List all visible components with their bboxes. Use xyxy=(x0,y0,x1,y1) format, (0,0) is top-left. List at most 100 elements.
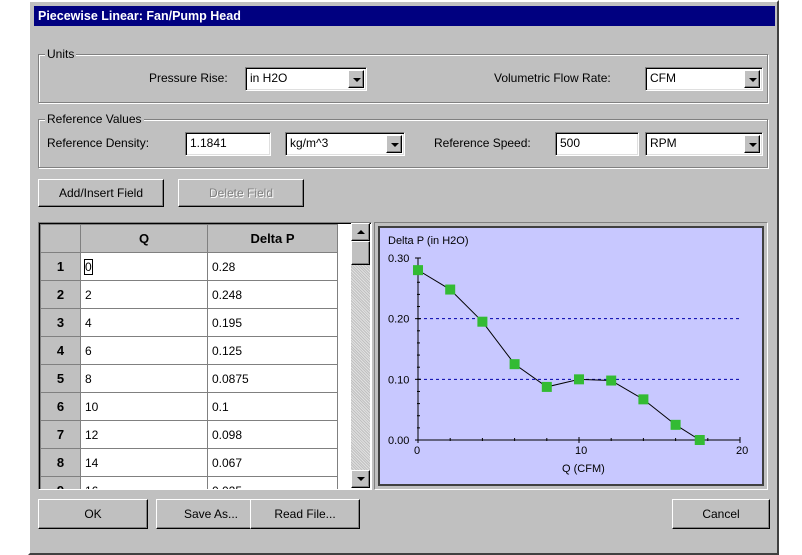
data-point xyxy=(477,316,488,327)
cell-q[interactable]: 6 xyxy=(80,336,208,365)
scroll-down-icon[interactable] xyxy=(351,470,370,488)
corner-cell xyxy=(40,224,81,253)
row-number[interactable]: 4 xyxy=(40,336,81,365)
row-number[interactable]: 5 xyxy=(40,364,81,393)
table-row: 3 4 0.195 xyxy=(40,308,338,337)
data-point xyxy=(694,435,705,445)
cell-q-value: 12 xyxy=(85,427,99,442)
table-row: 6 10 0.1 xyxy=(40,392,338,421)
reference-speed-label: Reference Speed: xyxy=(434,136,531,150)
read-file-button[interactable]: Read File... xyxy=(250,499,360,529)
row-number[interactable]: 3 xyxy=(40,308,81,337)
row-number[interactable]: 9 xyxy=(40,476,81,489)
cell-delta-p[interactable]: 0.025 xyxy=(207,476,338,489)
cell-q[interactable]: 12 xyxy=(80,420,208,449)
row-number[interactable]: 1 xyxy=(40,252,81,281)
table-header-row: Q Delta P xyxy=(40,224,338,253)
pressure-rise-select[interactable]: in H2O xyxy=(245,67,367,91)
piecewise-linear-dialog: Piecewise Linear: Fan/Pump Head Units Pr… xyxy=(28,0,779,555)
chevron-down-icon[interactable] xyxy=(744,70,760,88)
reference-density-label: Reference Density: xyxy=(47,136,150,150)
scroll-up-icon[interactable] xyxy=(351,223,370,241)
y-axis-label: Delta P (in H2O) xyxy=(388,235,469,247)
cell-delta-p[interactable]: 0.0875 xyxy=(207,364,338,393)
chart-area: 0.00 0.10 0.20 0.30 0 10 20 Delta P (in H2O) Q (… xyxy=(378,226,764,486)
speed-unit-select[interactable]: RPM xyxy=(645,132,763,156)
data-point xyxy=(445,284,456,295)
cell-q[interactable]: 8 xyxy=(80,364,208,393)
y-tick-label: 0.20 xyxy=(388,314,409,326)
cancel-button[interactable]: Cancel xyxy=(672,499,770,529)
cell-q[interactable]: 16 xyxy=(80,476,208,490)
density-unit-select[interactable]: kg/m^3 xyxy=(285,132,405,156)
cell-delta-p[interactable]: 0.195 xyxy=(207,308,338,337)
ok-button[interactable]: OK xyxy=(38,499,148,529)
cell-delta-p[interactable]: 0.28 xyxy=(207,252,338,281)
reference-values-group-label: Reference Values xyxy=(45,112,144,126)
reference-density-input[interactable]: 1.1841 xyxy=(185,132,271,156)
flow-rate-select[interactable]: CFM xyxy=(645,67,763,91)
row-number[interactable]: 2 xyxy=(40,280,81,309)
speed-unit-value: RPM xyxy=(650,136,677,150)
cell-delta-p[interactable]: 0.067 xyxy=(207,448,338,477)
x-tick-label: 10 xyxy=(575,445,587,457)
table-row: 1 0 0.28 xyxy=(40,252,338,281)
cell-delta-p[interactable]: 0.098 xyxy=(207,420,338,449)
reference-speed-input[interactable]: 500 xyxy=(555,132,639,156)
cell-q[interactable]: 2 xyxy=(80,280,208,309)
cell-q-value: 4 xyxy=(85,315,92,330)
cell-q[interactable]: 10 xyxy=(80,392,208,421)
chevron-down-icon[interactable] xyxy=(744,135,760,153)
y-tick-label: 0.30 xyxy=(388,253,409,265)
table-row: 9 16 0.025 xyxy=(40,476,338,490)
cell-q-value: 2 xyxy=(85,287,92,302)
add-insert-field-button[interactable]: Add/Insert Field xyxy=(38,179,164,207)
cell-q-value: 8 xyxy=(85,371,92,386)
column-header-delta-p[interactable]: Delta P xyxy=(207,224,338,253)
data-point xyxy=(670,419,681,430)
scroll-thumb[interactable] xyxy=(351,241,370,265)
data-point xyxy=(638,394,649,405)
pressure-rise-value: in H2O xyxy=(250,71,288,85)
cell-q-value: 10 xyxy=(85,399,99,414)
data-point xyxy=(606,375,617,386)
fan-curve-chart: 0.00 0.10 0.20 0.30 0 10 20 Delta P (in H2O) Q (… xyxy=(388,235,748,475)
cell-q[interactable]: 14 xyxy=(80,448,208,477)
x-tick-label: 20 xyxy=(736,445,748,457)
chevron-down-icon[interactable] xyxy=(348,70,364,88)
x-tick-label: 0 xyxy=(414,445,420,457)
data-point xyxy=(509,359,520,370)
table-body: 1 0 0.28 2 2 0.248 3 4 0.195 4 6 0.125 5 8 0.0875 6 10 0.… xyxy=(40,252,338,490)
y-tick-label: 0.00 xyxy=(388,435,409,447)
row-number[interactable]: 7 xyxy=(40,420,81,449)
units-group-label: Units xyxy=(45,47,77,61)
data-table: Q Delta P 1 0 0.28 2 2 0.248 3 4 0.195 4 6 0.125 5 8 0… xyxy=(40,224,338,490)
data-point xyxy=(541,381,552,392)
cell-delta-p[interactable]: 0.248 xyxy=(207,280,338,309)
row-number[interactable]: 8 xyxy=(40,448,81,477)
chevron-down-icon[interactable] xyxy=(386,135,402,153)
table-row: 4 6 0.125 xyxy=(40,336,338,365)
pressure-rise-label: Pressure Rise: xyxy=(149,71,228,85)
table-row: 7 12 0.098 xyxy=(40,420,338,449)
cell-q-value: 16 xyxy=(85,484,98,490)
density-unit-value: kg/m^3 xyxy=(290,136,329,150)
table-row: 8 14 0.067 xyxy=(40,448,338,477)
table-row: 5 8 0.0875 xyxy=(40,364,338,393)
cell-q-value: 6 xyxy=(85,343,92,358)
vertical-scrollbar[interactable] xyxy=(351,223,370,488)
row-number[interactable]: 6 xyxy=(40,392,81,421)
column-header-q[interactable]: Q xyxy=(80,224,208,253)
data-point xyxy=(574,374,584,385)
chart-panel: 0.00 0.10 0.20 0.30 0 10 20 Delta P (in H2O) Q (… xyxy=(374,222,768,490)
delete-field-button[interactable]: Delete Field xyxy=(178,179,304,207)
cell-q[interactable]: 0 xyxy=(80,252,208,281)
cell-q-value: 0 xyxy=(84,258,93,275)
flow-rate-label: Volumetric Flow Rate: xyxy=(494,71,611,85)
cell-delta-p[interactable]: 0.1 xyxy=(207,392,338,421)
cell-q[interactable]: 4 xyxy=(80,308,208,337)
x-axis-label: Q (CFM) xyxy=(562,463,605,475)
cell-delta-p[interactable]: 0.125 xyxy=(207,336,338,365)
series-line xyxy=(417,269,701,441)
y-tick-label: 0.10 xyxy=(388,374,409,386)
